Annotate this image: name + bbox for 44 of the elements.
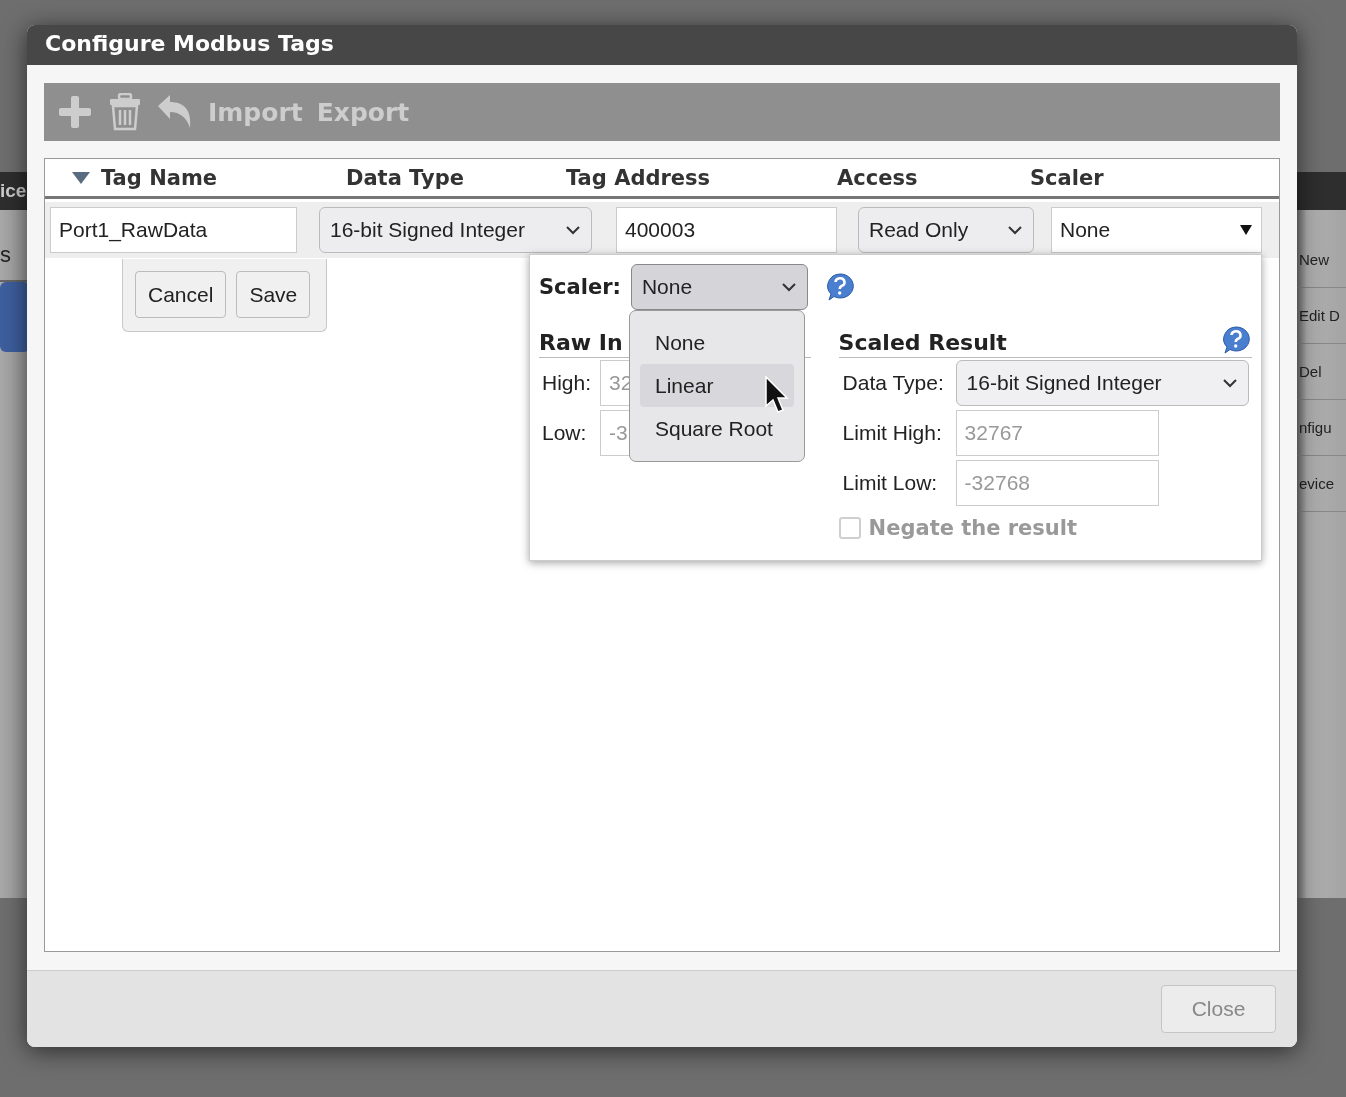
text-input[interactable]: -32768	[955, 460, 1159, 506]
column-header[interactable]: Tag Address	[566, 165, 711, 190]
menu-item[interactable]: Del	[1297, 363, 1322, 380]
row-button[interactable]: Save	[236, 271, 311, 318]
section-title: Raw In	[539, 329, 623, 355]
field-label: Scaler:	[539, 275, 621, 299]
column-header[interactable]: Tag Name	[101, 165, 217, 190]
chevron-icon	[565, 225, 581, 235]
field-label: Limit Low:	[842, 470, 939, 497]
data-type-select[interactable]: 16-bit Signed Integer	[955, 360, 1249, 406]
checkbox-label: Negate the result	[868, 516, 1078, 540]
access-select[interactable]: Read Only	[858, 207, 1034, 253]
cursor-icon	[764, 376, 790, 414]
chevron-icon	[1007, 225, 1023, 235]
field-label: High:	[542, 370, 593, 397]
scaler-select[interactable]: None	[1051, 207, 1262, 253]
list-row[interactable]	[0, 282, 30, 352]
menu-item[interactable]: New	[1297, 251, 1329, 268]
column-header[interactable]: Access	[837, 165, 918, 190]
scaler-select[interactable]: None	[630, 264, 808, 310]
dropdown-arrow-icon	[1239, 224, 1253, 236]
column-header[interactable]: Scaler	[1030, 165, 1104, 190]
field-label: Limit High:	[842, 420, 943, 447]
help-icon[interactable]	[1220, 325, 1252, 355]
section-title: ice	[0, 180, 27, 201]
menu-item[interactable]: nfigu	[1297, 419, 1332, 436]
text-input[interactable]: 400003	[616, 207, 837, 253]
menu-item[interactable]: Edit D	[1297, 307, 1340, 324]
section-title: Scaled Result	[838, 329, 1007, 355]
row-label: s	[0, 242, 11, 267]
dropdown-option[interactable]: None	[640, 321, 794, 364]
data-type-select[interactable]: 16-bit Signed Integer	[319, 207, 592, 253]
text-input[interactable]: Port1_RawData	[50, 207, 297, 253]
dialog-title: Configure Modbus Tags	[45, 31, 334, 56]
row-button[interactable]: Cancel	[135, 271, 227, 318]
chevron-icon	[1221, 378, 1238, 388]
chevron-icon	[780, 282, 797, 292]
field-label: Data Type:	[842, 370, 945, 397]
menu-item[interactable]: evice	[1297, 475, 1335, 492]
dropdown-option[interactable]: Square Root	[640, 407, 794, 450]
title-bar	[1297, 172, 1346, 210]
column-header[interactable]: Data Type	[346, 165, 464, 190]
field-label: Low:	[542, 420, 588, 447]
text-input[interactable]: 32767	[955, 410, 1159, 456]
